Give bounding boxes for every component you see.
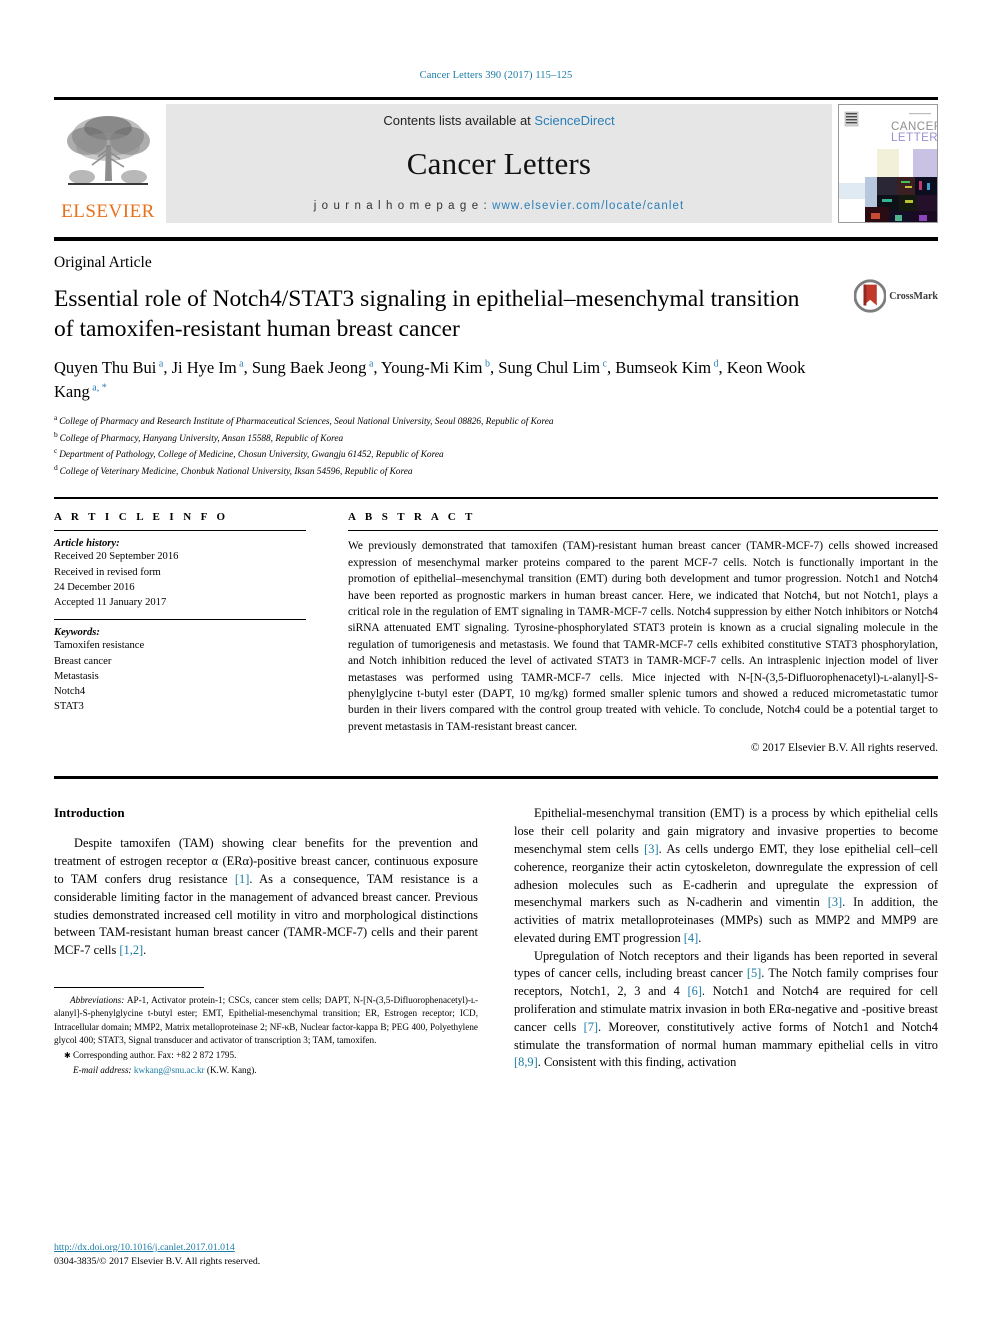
author-affiliation-marker: d [711,358,719,370]
email-note: E-mail address: kwkang@snu.ac.kr (K.W. K… [54,1064,478,1078]
author-affiliation-marker: b [482,358,491,370]
author-affiliation-marker: a [366,358,374,370]
info-top-rule [54,497,938,500]
journal-masthead: ELSEVIER Contents lists available at Sci… [54,97,938,223]
page-title: Essential role of Notch4/STAT3 signaling… [54,286,800,343]
abstract-heading: A B S T R A C T [348,511,476,524]
keyword-item: Tamoxifen resistance [54,640,145,652]
homepage-prefix: j o u r n a l h o m e p a g e : [313,200,493,212]
citation-link[interactable]: [3] [828,895,842,909]
abbreviations-label: Abbreviations: [70,995,125,1006]
article-history-line: 24 December 2016 [54,581,135,593]
crossmark-icon [854,279,887,313]
info-abstract-region: A R T I C L E I N F O Article history: R… [54,511,938,754]
author-email-link[interactable]: kwkang@snu.ac.kr [134,1065,205,1075]
citation-link[interactable]: [6] [687,984,701,998]
affiliation-item: d College of Veterinary Medicine, Chonbu… [54,462,413,477]
article-info-rule [54,530,306,532]
contents-available-line: Contents lists available at ScienceDirec… [383,113,614,128]
abstract-bottom-rule [54,776,938,780]
abstract-text: We previously demonstrated that tamoxife… [348,540,938,733]
affiliation-item: a College of Pharmacy and Research Insti… [54,413,554,428]
keywords-lines: Tamoxifen resistance Breast cancer Metasta… [54,638,306,714]
citation-link[interactable]: [1] [235,872,249,886]
journal-homepage-link[interactable]: www.elsevier.com/locate/canlet [492,200,684,212]
doi-footer: http://dx.doi.org/10.1016/j.canlet.2017.… [54,1241,260,1270]
author-name: Sung Baek Jeong [251,358,367,378]
paper-page: Cancer Letters 390 (2017) 115–125 ELSEVI… [0,0,992,1323]
article-history-lines: Received 20 September 2016 Received in re… [54,549,306,610]
abstract-copyright: © 2017 Elsevier B.V. All rights reserved… [750,742,938,755]
citation-link[interactable]: [5] [747,966,761,980]
abstract-column: A B S T R A C T We previously demonstrat… [348,511,938,754]
journal-title: Cancer Letters [406,146,592,181]
keywords-label: Keywords: [54,627,100,639]
author-affiliation-marker: c [600,358,607,370]
journal-homepage-line: j o u r n a l h o m e p a g e : www.else… [314,200,685,212]
intro-paragraph-left: Despite tamoxifen (TAM) showing clear be… [54,836,478,958]
body-columns: Introduction Despite tamoxifen (TAM) sho… [54,805,938,1075]
doi-link[interactable]: http://dx.doi.org/10.1016/j.canlet.2017.… [54,1241,260,1256]
issn-copyright-line: 0304-3835/© 2017 Elsevier B.V. All right… [54,1256,261,1268]
section-heading-introduction: Introduction [54,805,125,821]
keyword-item: Notch4 [54,686,86,697]
author-affiliation-marker: a [236,358,244,370]
keyword-item: STAT3 [54,701,84,713]
author-name: Quyen Thu Bui [54,358,157,378]
keywords-rule [54,619,306,621]
author-list: Quyen Thu Bui a, Ji Hye Im a, Sung Baek … [54,358,806,402]
article-history-line: Received 20 September 2016 [54,551,179,563]
contents-prefix: Contents lists available at [383,113,535,128]
crossmark-badge[interactable]: CrossMark [854,276,938,316]
article-history-line: Accepted 11 January 2017 [54,597,167,608]
corresponding-author-note: ✱ Corresponding author. Fax: +82 2 872 1… [54,1049,478,1063]
email-label: E-mail address: [73,1065,132,1076]
author-name: Sung Chul Lim [498,358,601,378]
citation-link[interactable]: [1,2] [119,943,143,957]
intro-paragraph-right-2: Upregulation of Notch receptors and thei… [514,948,938,1070]
journal-banner: Contents lists available at ScienceDirec… [166,104,832,223]
body-column-left: Introduction Despite tamoxifen (TAM) sho… [54,805,478,1075]
author-name: Ji Hye Im [171,358,237,378]
citation-link[interactable]: [8,9] [514,1055,538,1069]
masthead-bottom-rule [54,237,938,241]
sciencedirect-link[interactable]: ScienceDirect [534,113,614,128]
author-affiliation-marker: a [156,358,164,370]
author-name: Young-Mi Kim [381,358,483,378]
crossmark-label: CrossMark [889,290,938,302]
running-head: Cancer Letters 390 (2017) 115–125 [419,70,573,81]
asterisk-icon: ✱ [64,1050,71,1060]
affiliation-item: c Department of Pathology, College of Me… [54,446,444,461]
elsevier-wordmark: ELSEVIER [61,201,155,222]
footnote-block: Abbreviations: AP-1, Activator protein-1… [54,987,478,1078]
journal-cover-thumbnail: CANCER LETTERS [838,104,938,223]
article-history-line: Received in revised form [54,566,161,578]
citation-link[interactable]: [4] [684,931,698,945]
svg-text:LETTERS: LETTERS [891,132,937,144]
body-column-right: Epithelial-mesenchymal transition (EMT) … [514,805,938,1072]
citation-link[interactable]: [3] [644,842,658,856]
article-info-heading: A R T I C L E I N F O [54,511,229,524]
affiliation-list: a College of Pharmacy and Research Insti… [54,413,938,479]
corresponding-author-text: Corresponding author. Fax: +82 2 872 179… [73,1049,237,1060]
author-name: Bumseok Kim [615,358,712,378]
article-history-label: Article history: [54,538,120,550]
citation-link[interactable]: [7] [584,1020,598,1034]
keyword-item: Breast cancer [54,655,112,667]
email-suffix: (K.W. Kang). [204,1065,257,1076]
footnote-rule [54,987,204,989]
article-info-column: A R T I C L E I N F O Article history: R… [54,511,306,754]
title-block: CrossMark Original Article Essential rol… [54,254,938,479]
author-affiliation-marker: a, * [89,382,107,394]
affiliation-item: b College of Pharmacy, Hanyang Universit… [54,429,344,444]
abstract-rule [348,530,938,532]
intro-paragraph-right-1: Epithelial-mesenchymal transition (EMT) … [514,806,938,945]
article-type-kicker: Original Article [54,254,152,271]
abbreviations-note: Abbreviations: AP-1, Activator protein-1… [54,995,478,1045]
publisher-logo: ELSEVIER [54,104,162,223]
elsevier-tree-icon [62,109,154,201]
keyword-item: Metastasis [54,670,99,682]
